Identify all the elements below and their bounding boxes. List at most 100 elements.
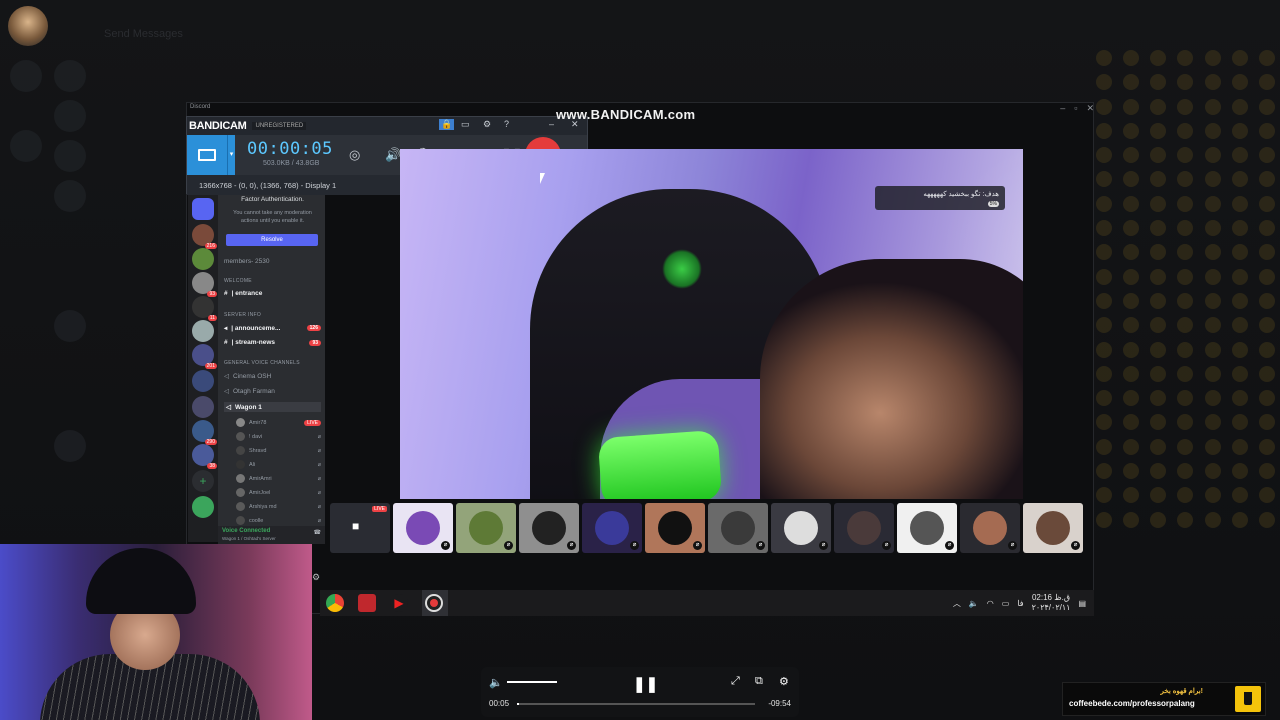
volume-slider[interactable]	[507, 681, 557, 683]
resolve-button[interactable]: Resolve	[226, 234, 318, 246]
settings-icon[interactable]: ⚙	[779, 675, 789, 688]
clock[interactable]: 02:16 ق.ظ ۲۰۲۴/۰۲/۱۱	[1032, 593, 1071, 613]
voice-user[interactable]: Ali ⌀	[236, 460, 321, 469]
emoji-icon	[1231, 463, 1248, 480]
participant-tile[interactable]: ⌀	[519, 503, 579, 553]
stream-video[interactable]: هدف: تگو ببخشید کهههههه 5%	[400, 149, 1023, 499]
category-welcome[interactable]: WELCOME	[224, 278, 321, 284]
emoji-icon	[1150, 171, 1167, 188]
settings-icon[interactable]: ⚙	[483, 119, 491, 130]
participant-tile[interactable]: LIVE ■	[330, 503, 390, 553]
voice-user[interactable]: AmirAmri ⌀	[236, 474, 321, 483]
app-icon[interactable]	[358, 594, 376, 612]
discover-icon[interactable]	[192, 496, 214, 518]
category-voice[interactable]: GENERAL VOICE CHANNELS	[224, 360, 321, 366]
avatar	[236, 516, 245, 525]
webcam-icon[interactable]: ◎	[349, 147, 360, 163]
channel-entrance[interactable]: # | entrance	[224, 290, 321, 297]
maximize-icon[interactable]: ▫	[1074, 103, 1077, 114]
emoji-icon	[1258, 390, 1275, 407]
participant-tile[interactable]: ⌀	[1023, 503, 1083, 553]
wifi-icon[interactable]: ◠	[987, 599, 994, 608]
gear-icon[interactable]: ⚙	[312, 572, 320, 583]
server-icon[interactable]	[192, 248, 214, 270]
voice-user[interactable]: coolle ⌀	[236, 516, 321, 525]
speaker-icon: ◁	[224, 373, 229, 380]
emoji-icon	[1150, 50, 1167, 66]
voice-user[interactable]: Shravd ⌀	[236, 446, 321, 455]
emoji-icon	[1258, 511, 1275, 528]
channel-announcements[interactable]: ◂ | announceme... 126	[224, 324, 321, 332]
emoji-icon	[1258, 244, 1275, 261]
picture-in-picture-icon[interactable]: ⧉	[755, 675, 763, 688]
members-count: members- 2530	[224, 258, 270, 265]
avatar	[469, 511, 503, 545]
server-icon[interactable]	[192, 320, 214, 342]
emoji-icon	[1231, 292, 1248, 309]
participant-tile[interactable]: ⌀	[897, 503, 957, 553]
emoji-icon	[1150, 98, 1167, 115]
voice-user[interactable]: ! davi ⌀	[236, 432, 321, 441]
server-icon[interactable]	[192, 370, 214, 392]
minimize-icon[interactable]: –	[549, 119, 554, 129]
emoji-icon	[1258, 487, 1275, 504]
server-icon[interactable]: 38	[192, 444, 217, 469]
voice-user[interactable]: Arshiya md ⌀	[236, 502, 321, 511]
voice-channel-cinema[interactable]: ◁ Cinema OSH	[224, 372, 321, 381]
speaker-icon[interactable]: 🔊	[385, 147, 401, 163]
server-icon[interactable]: 201	[192, 344, 217, 369]
voice-channel-wagon[interactable]: ◁ Wagon 1	[224, 402, 321, 412]
mode-dropdown-icon[interactable]: ▾	[227, 135, 235, 175]
lock-icon[interactable]: 🔒	[439, 119, 455, 130]
participant-tile[interactable]: ⌀	[582, 503, 642, 553]
add-server-icon[interactable]: +	[192, 470, 214, 492]
disconnect-icon[interactable]: ☎	[314, 529, 321, 536]
emoji-icon	[1231, 390, 1248, 407]
participant-tile[interactable]: ⌀	[960, 503, 1020, 553]
coffee-banner[interactable]: برام قهوه بخر! coffeebede.com/professorp…	[1062, 682, 1266, 716]
server-icon[interactable]: 216	[192, 224, 217, 249]
participant-tile[interactable]: ⌀	[456, 503, 516, 553]
screen-mode-button[interactable]	[187, 135, 227, 175]
channel-stream-news[interactable]: # | stream-news 93	[224, 339, 321, 346]
fullscreen-icon[interactable]: ⤢	[731, 675, 740, 688]
muted-icon: ⌀	[317, 433, 321, 440]
close-icon[interactable]: ✕	[1086, 103, 1094, 114]
chrome-icon[interactable]	[326, 594, 344, 612]
category-server-info[interactable]: SERVER INFO	[224, 312, 321, 318]
voice-user[interactable]: AmirJoel ⌀	[236, 488, 321, 497]
minimize-icon[interactable]: –	[1060, 103, 1065, 114]
chevron-up-icon[interactable]: ︿	[953, 598, 961, 609]
participant-tile[interactable]: ⌀	[393, 503, 453, 553]
language-indicator[interactable]: فا	[1017, 599, 1023, 608]
voice-user[interactable]: Amir78 LIVE	[236, 418, 321, 427]
server-icon[interactable]	[192, 396, 214, 418]
folder-icon[interactable]: ▭	[461, 119, 470, 130]
bandicam-icon[interactable]	[425, 594, 443, 612]
emoji-icon	[1123, 74, 1140, 91]
voice-channel-otagh[interactable]: ◁ Otagh Farman	[224, 387, 321, 396]
emoji-icon	[1177, 463, 1194, 480]
participant-tile[interactable]: ⌀	[771, 503, 831, 553]
pause-button[interactable]: ❚❚	[633, 675, 658, 693]
emoji-icon	[1150, 511, 1167, 528]
avatar	[236, 446, 245, 455]
server-icon[interactable]: 93	[192, 272, 217, 297]
battery-icon[interactable]: ▭	[1002, 599, 1010, 608]
participant-tile[interactable]: ⌀	[645, 503, 705, 553]
volume-icon[interactable]: 🔈	[969, 599, 979, 608]
emoji-icon	[1231, 438, 1248, 455]
youtube-icon[interactable]: ▶	[390, 594, 408, 612]
server-home-icon[interactable]	[192, 198, 214, 220]
webcam-hat	[86, 548, 196, 614]
notification-icon[interactable]: ▤	[1078, 599, 1086, 608]
emoji-icon	[1258, 292, 1275, 309]
progress-bar[interactable]	[517, 703, 755, 705]
emoji-icon	[1177, 122, 1194, 139]
server-icon[interactable]: 11	[192, 296, 217, 321]
volume-icon[interactable]: 🔈	[489, 676, 503, 689]
participant-tile[interactable]: ⌀	[834, 503, 894, 553]
participant-tile[interactable]: ⌀	[708, 503, 768, 553]
server-icon[interactable]: 290	[192, 420, 217, 445]
help-icon[interactable]: ?	[504, 119, 509, 129]
